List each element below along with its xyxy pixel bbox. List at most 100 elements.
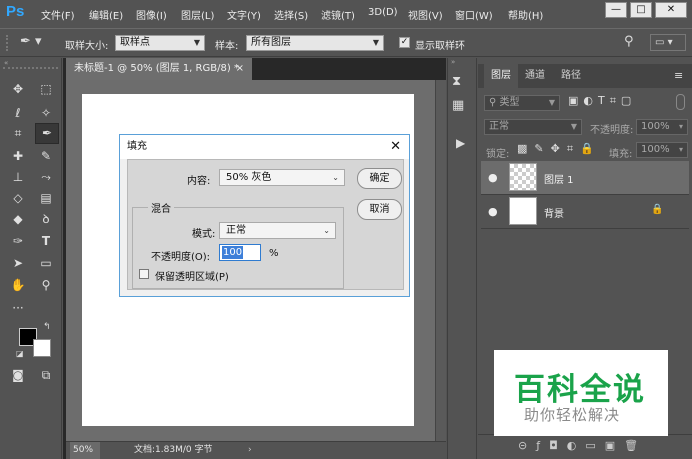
eraser-tool-icon[interactable]: ◇ xyxy=(8,189,28,207)
status-arrow-icon[interactable]: › xyxy=(248,442,252,459)
menu-type[interactable]: 文字(Y) xyxy=(227,7,261,22)
healing-brush-tool-icon[interactable]: ✚ xyxy=(8,147,28,165)
zoom-tool-icon[interactable]: ⚲ xyxy=(36,276,56,294)
rectangle-tool-icon[interactable]: ▭ xyxy=(36,254,56,272)
document-tab[interactable]: 未标题-1 @ 50% (图层 1, RGB/8) * × xyxy=(66,58,252,80)
minimize-button[interactable]: — xyxy=(605,2,627,18)
preserve-transparency-checkbox[interactable] xyxy=(139,269,149,279)
marquee-tool-icon[interactable]: ⬚ xyxy=(36,80,56,98)
close-window-button[interactable]: ✕ xyxy=(655,2,687,18)
opacity-unit: % xyxy=(269,248,279,259)
visibility-eye-icon[interactable]: ● xyxy=(488,205,498,218)
search-icon: ⚲ xyxy=(489,97,500,108)
vertical-scrollbar[interactable] xyxy=(435,80,446,441)
mode-value: 正常 xyxy=(226,225,246,236)
background-color-swatch[interactable] xyxy=(33,339,51,357)
close-icon[interactable]: ✕ xyxy=(390,135,401,159)
chevron-down-icon: ⌄ xyxy=(323,226,330,235)
opacity-field[interactable]: 100% ▾ xyxy=(636,119,688,135)
maximize-button[interactable]: □ xyxy=(630,2,652,18)
crop-tool-icon[interactable]: ⌗ xyxy=(8,124,28,142)
sample-size-select[interactable]: 取样点 ▼ xyxy=(115,35,205,51)
menu-view[interactable]: 视图(V) xyxy=(408,7,443,22)
menu-3d[interactable]: 3D(D) xyxy=(368,7,398,18)
zoom-level[interactable]: 50% xyxy=(70,442,100,459)
lasso-tool-icon[interactable]: ℓ xyxy=(8,104,28,122)
opacity-input-value: 100 xyxy=(222,246,244,259)
search-icon[interactable]: ⚲ xyxy=(624,34,640,50)
menu-layer[interactable]: 图层(L) xyxy=(181,7,214,22)
mode-select[interactable]: 正常 ⌄ xyxy=(219,222,336,239)
layer-filter-select[interactable]: ⚲ 类型 ▼ xyxy=(484,95,560,111)
menu-image[interactable]: 图像(I) xyxy=(136,7,167,22)
close-tab-icon[interactable]: × xyxy=(236,58,244,80)
menu-filter[interactable]: 滤镜(T) xyxy=(321,7,355,22)
menu-help[interactable]: 帮助(H) xyxy=(508,7,543,22)
move-tool-icon[interactable]: ✥ xyxy=(8,80,28,98)
gradient-tool-icon[interactable]: ▤ xyxy=(36,189,56,207)
menu-window[interactable]: 窗口(W) xyxy=(455,7,493,22)
layer-name[interactable]: 背景 xyxy=(544,205,564,220)
collapse-dock-icon[interactable]: » xyxy=(451,58,455,66)
layer-filter-icons[interactable]: ▣◐T⌗▢ xyxy=(568,94,636,108)
quick-mask-icon[interactable]: ◙ xyxy=(8,366,28,384)
history-brush-tool-icon[interactable]: ⤳ xyxy=(36,168,56,186)
fill-label: 填充: xyxy=(609,149,633,160)
tab-layers[interactable]: 图层 xyxy=(484,64,518,88)
show-ring-checkbox[interactable]: ✓ xyxy=(399,37,410,48)
collapse-toolbox-icon[interactable]: « xyxy=(4,59,8,67)
magic-wand-tool-icon[interactable]: ✧ xyxy=(36,104,56,122)
properties-panel-icon[interactable]: ▦ xyxy=(452,98,464,113)
layers-footer: ⊝ƒ◘◐▭▣🗑 xyxy=(478,434,692,459)
clone-stamp-tool-icon[interactable]: ⊥ xyxy=(8,168,28,186)
eyedropper-tool-preset-icon[interactable]: ✒ ▾ xyxy=(20,34,48,52)
actions-play-icon[interactable]: ▶ xyxy=(456,136,465,150)
blur-tool-icon[interactable]: ◆ xyxy=(8,210,28,228)
dialog-title-bar[interactable]: 填充 ✕ xyxy=(120,135,409,159)
workspace-switcher[interactable]: ▭ ▾ xyxy=(650,34,686,51)
ok-button[interactable]: 确定 xyxy=(357,168,402,189)
menu-file[interactable]: 文件(F) xyxy=(41,7,75,22)
watermark-title: 百科全说 xyxy=(514,372,646,408)
fill-field[interactable]: 100% ▾ xyxy=(636,142,688,158)
history-panel-icon[interactable]: ⧗ xyxy=(452,74,461,89)
watermark-subtitle: 助你轻松解决 xyxy=(524,406,621,424)
brush-tool-icon[interactable]: ✎ xyxy=(36,147,56,165)
panel-dock-strip: » ⧗ ▦ ▶ xyxy=(447,58,477,459)
toolbox-grip[interactable] xyxy=(3,67,58,69)
sample-select[interactable]: 所有图层 ▼ xyxy=(246,35,384,51)
tab-paths[interactable]: 路径 xyxy=(554,64,588,88)
blend-mode-select[interactable]: 正常 ▼ xyxy=(484,119,582,135)
lock-icons[interactable]: ▩✎✥⌗🔒 xyxy=(517,142,601,156)
grip-handle[interactable] xyxy=(6,35,16,51)
layer-row[interactable]: ● 背景 🔒 xyxy=(481,195,689,229)
swap-colors-icon[interactable]: ↰ xyxy=(43,322,51,332)
layer-row[interactable]: ● 图层 1 xyxy=(481,161,689,195)
visibility-eye-icon[interactable]: ● xyxy=(488,171,498,184)
sample-size-label: 取样大小: xyxy=(65,41,109,52)
tab-channels[interactable]: 通道 xyxy=(518,64,552,88)
path-selection-tool-icon[interactable]: ➤ xyxy=(8,254,28,272)
layer-footer-icons[interactable]: ⊝ƒ◘◐▭▣🗑 xyxy=(518,439,647,452)
screen-mode-icon[interactable]: ⧉ xyxy=(36,366,56,384)
dodge-tool-icon[interactable]: ꝺ xyxy=(36,210,56,228)
content-value: 50% 灰色 xyxy=(226,172,272,183)
filter-toggle[interactable] xyxy=(676,94,685,110)
edit-toolbar-icon[interactable]: ··· xyxy=(8,299,28,317)
default-colors-icon[interactable]: ◪ xyxy=(16,349,24,358)
pen-tool-icon[interactable]: ✑ xyxy=(8,232,28,250)
opacity-label: 不透明度: xyxy=(590,125,634,136)
layer-name[interactable]: 图层 1 xyxy=(544,171,574,186)
chevron-down-icon: ▼ xyxy=(570,122,577,131)
panel-menu-icon[interactable]: ≡ xyxy=(674,69,683,82)
cancel-button[interactable]: 取消 xyxy=(357,199,402,220)
menu-select[interactable]: 选择(S) xyxy=(274,7,308,22)
opacity-input[interactable]: 100 xyxy=(219,244,261,261)
type-tool-icon[interactable]: T xyxy=(36,232,56,250)
status-bar: 50% 文档:1.83M/0 字节 › xyxy=(66,441,446,459)
fill-value: 100% xyxy=(641,144,670,155)
content-select[interactable]: 50% 灰色 ⌄ xyxy=(219,169,345,186)
menu-edit[interactable]: 编辑(E) xyxy=(89,7,123,22)
eyedropper-tool-icon[interactable]: ✒ xyxy=(35,123,59,144)
hand-tool-icon[interactable]: ✋ xyxy=(8,276,28,294)
